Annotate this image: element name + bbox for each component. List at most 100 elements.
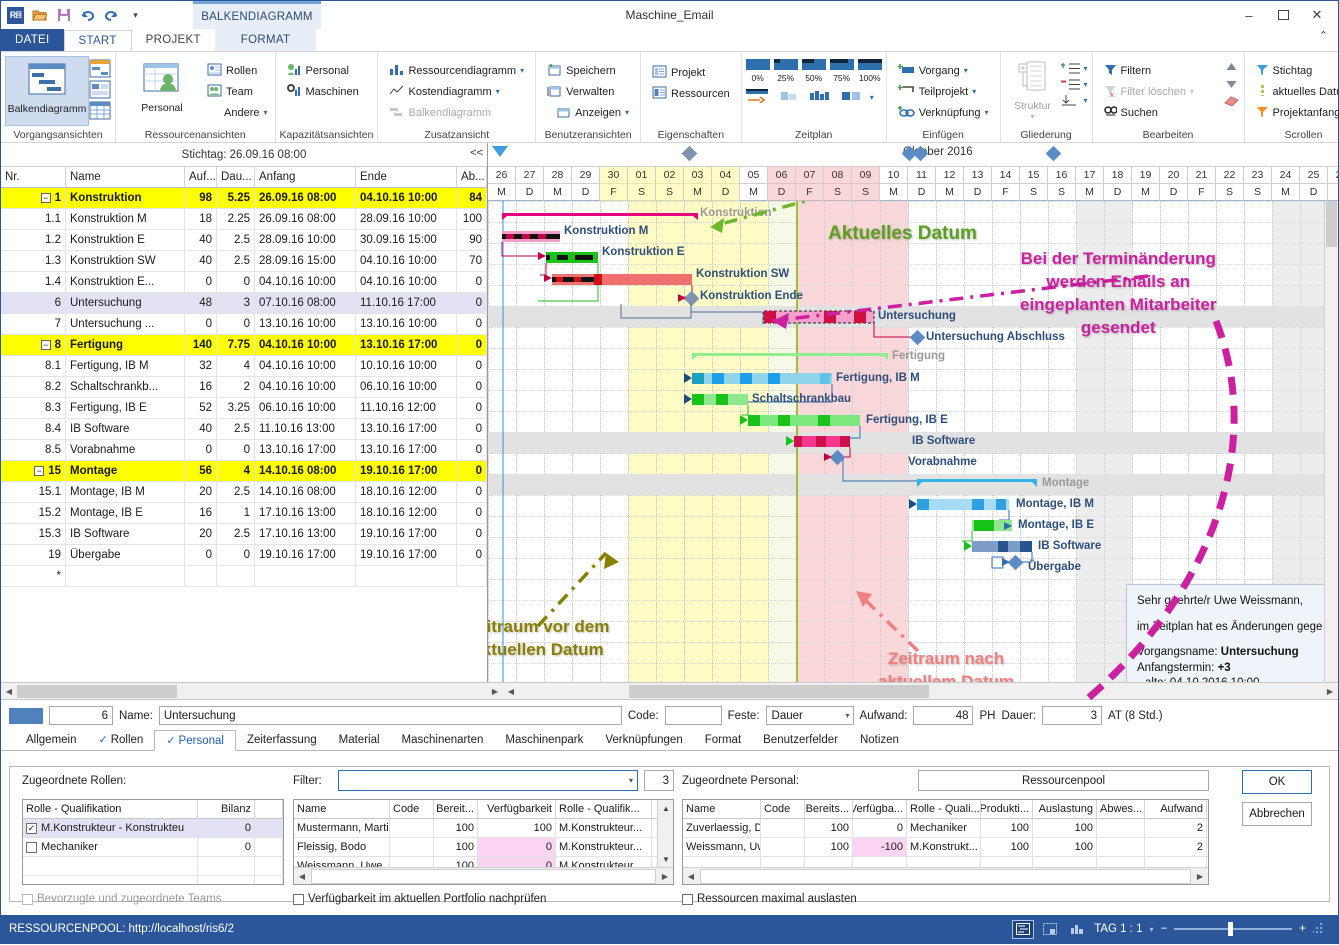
level-group-icon[interactable] — [839, 88, 863, 106]
chevron-down-icon[interactable]: ▾ — [496, 87, 500, 96]
tab-datei[interactable]: DATEI — [1, 29, 64, 51]
avail-hscroll-right[interactable]: ▶ — [657, 869, 673, 884]
assigned-row[interactable]: Zuverlaessig, Da 100 0 Mechaniker 100 100 2 — [683, 819, 1208, 838]
max-load-checkbox-row[interactable]: Ressourcen maximal auslasten — [682, 893, 857, 905]
table-row[interactable]: 8.3 Fertigung, IB E 52 3.25 06.10.16 10:00 11… — [1, 398, 487, 419]
avail-col-name[interactable]: Name — [294, 800, 390, 818]
task-id-field[interactable]: 6 — [49, 706, 113, 725]
gantt-vscroll-thumb[interactable] — [1326, 201, 1337, 247]
assigned-col-abwesend[interactable]: Abwes... — [1097, 800, 1145, 818]
button-rollen[interactable]: Rollen — [204, 60, 271, 81]
assigned-grid-hscroll[interactable]: ◀ ▶ — [683, 867, 1208, 884]
table-row[interactable]: 8.1 Fertigung, IB M 32 4 04.10.16 10:00 10.10… — [1, 356, 487, 377]
eraser-icon[interactable] — [1223, 95, 1240, 109]
progress-100[interactable]: 100% — [857, 59, 882, 83]
progress-75[interactable]: 75% — [829, 59, 854, 83]
assigned-col-name[interactable]: Name — [683, 800, 761, 818]
chevron-down-icon[interactable]: ▾ — [870, 93, 874, 102]
avail-col-verfuegbarkeit[interactable]: Verfügbarkeit — [478, 800, 556, 818]
tab-projekt[interactable]: PROJEKT — [132, 29, 215, 51]
resize-grip-icon[interactable] — [1312, 922, 1324, 936]
button-projektanfang[interactable]: Projektanfang ▾ — [1253, 102, 1339, 123]
aufwand-field[interactable]: 48 — [913, 706, 974, 725]
tab-benutzerfelder[interactable]: Benutzerfelder — [752, 729, 849, 750]
redo-icon[interactable] — [103, 7, 120, 24]
assigned-col-bereits[interactable]: Bereits... — [805, 800, 853, 818]
button-suchen[interactable]: Suchen — [1101, 102, 1219, 123]
max-load-checkbox[interactable] — [682, 893, 693, 905]
avail-col-rolle[interactable]: Rolle - Qualifik... — [556, 800, 652, 818]
row-expander[interactable]: − — [40, 193, 51, 203]
column-header-nr[interactable]: Nr. — [1, 167, 66, 187]
button-outdent[interactable]: ▾ — [1060, 78, 1088, 91]
scroll-down-icon[interactable] — [1224, 78, 1239, 93]
tab-format[interactable]: Format — [694, 729, 752, 750]
button-stichtag[interactable]: Stichtag — [1253, 60, 1339, 81]
ressourcenpool-button[interactable]: Ressourcenpool — [918, 770, 1209, 791]
role-checkbox[interactable] — [26, 841, 37, 853]
available-row[interactable]: Fleissig, Bodo 100 0 M.Konstrukteur... — [294, 838, 673, 857]
network-view-icon[interactable] — [1040, 921, 1060, 938]
gantt-hscroll-right-arrow[interactable]: ▶ — [1322, 684, 1338, 699]
button-indent[interactable]: ▾ — [1060, 62, 1088, 75]
chevron-down-icon[interactable]: ▾ — [520, 66, 524, 75]
tab-allgemein[interactable]: Allgemein — [15, 729, 88, 750]
column-header-dauer[interactable]: Dau... — [217, 167, 255, 187]
button-andere[interactable]: Andere ▾ — [204, 102, 271, 123]
hscroll-right-arrow-left-pane[interactable]: ▶ — [487, 684, 503, 699]
gantt-vertical-scrollbar[interactable] — [1324, 201, 1338, 682]
button-balkendiagramm[interactable]: Balkendiagramm — [5, 56, 89, 126]
tab-material[interactable]: Material — [328, 729, 391, 750]
button-teilprojekt[interactable]: Teilprojekt ▾ — [895, 81, 992, 102]
tab-rollen[interactable]: ✓ Rollen — [88, 729, 155, 750]
table-row[interactable]: 1.1 Konstruktion M 18 2.25 26.09.16 08:00 28.… — [1, 209, 487, 230]
scroll-up-icon[interactable] — [1224, 61, 1239, 76]
table-row[interactable]: 8.4 IB Software 40 2.5 11.10.16 13:00 13.10.1… — [1, 419, 487, 440]
minimize-button[interactable]: – — [1232, 3, 1266, 27]
chevron-down-icon[interactable]: ▾ — [629, 776, 633, 785]
assigned-col-produktiv[interactable]: Produkti... — [981, 800, 1033, 818]
task-color-swatch[interactable] — [9, 707, 43, 724]
portfolio-checkbox[interactable] — [293, 893, 304, 905]
hscroll-track-left[interactable] — [17, 684, 487, 699]
view-table-icon[interactable] — [89, 101, 111, 120]
chevron-down-icon[interactable]: ▾ — [625, 108, 629, 117]
roles-row[interactable]: Mechaniker 0 — [23, 838, 283, 857]
schedule-asap-icon[interactable] — [745, 88, 770, 106]
button-kap-personal[interactable]: Personal — [284, 60, 362, 81]
button-speichern[interactable]: Speichern — [544, 60, 632, 81]
level-multi-icon[interactable] — [808, 88, 832, 106]
save-icon[interactable] — [55, 7, 72, 24]
button-personal-view[interactable]: Personal — [120, 56, 204, 126]
gantt-view-icon[interactable] — [1012, 919, 1035, 939]
table-row[interactable]: 15.1 Montage, IB M 20 2.5 14.10.16 08:00 18.1… — [1, 482, 487, 503]
customize-qat-icon[interactable]: ▾ — [127, 7, 144, 24]
task-name-field[interactable]: Untersuchung — [158, 706, 622, 725]
ok-button[interactable]: OK — [1242, 770, 1312, 794]
assigned-hscroll-left[interactable]: ◀ — [683, 869, 699, 884]
roles-col-bilanz[interactable]: Bilanz — [198, 800, 255, 818]
table-horizontal-scrollbar[interactable]: ◀ ▶ ◀ ▶ — [1, 683, 1338, 700]
undo-icon[interactable] — [79, 7, 96, 24]
table-row[interactable]: 15.3 IB Software 20 2.5 17.10.16 13:00 19.10.… — [1, 524, 487, 545]
assigned-col-auslastung[interactable]: Auslastung — [1033, 800, 1097, 818]
table-row[interactable]: 19 Übergabe 0 0 19.10.16 17:00 19.10.16 17:00… — [1, 545, 487, 566]
feste-select[interactable]: Dauer ▾ — [765, 706, 854, 725]
chevron-down-icon[interactable]: ▾ — [1084, 96, 1088, 105]
button-team[interactable]: Team — [204, 81, 271, 102]
chevron-down-icon[interactable]: ▾ — [846, 711, 850, 720]
chevron-down-icon[interactable]: ▾ — [972, 87, 976, 96]
tab-notizen[interactable]: Notizen — [849, 729, 910, 750]
row-expander[interactable]: − — [40, 340, 51, 350]
chevron-down-icon[interactable]: ▾ — [1084, 80, 1088, 89]
button-vorgang[interactable]: Vorgang ▾ — [895, 60, 992, 81]
button-move-down[interactable]: ▾ — [1061, 94, 1088, 107]
table-row[interactable]: −1 Konstruktion 98 5.25 26.09.16 08:00 04.10.… — [1, 188, 487, 209]
column-header-anfang[interactable]: Anfang — [255, 167, 356, 187]
chevron-down-icon[interactable]: ▾ — [1150, 925, 1154, 934]
tab-format[interactable]: FORMAT — [214, 29, 317, 51]
hscroll-left-arrow[interactable]: ◀ — [1, 684, 17, 699]
assigned-col-rolle[interactable]: Rolle - Quali... — [907, 800, 981, 818]
close-button[interactable]: ✕ — [1300, 3, 1334, 27]
level-resources-icon[interactable] — [777, 88, 801, 106]
